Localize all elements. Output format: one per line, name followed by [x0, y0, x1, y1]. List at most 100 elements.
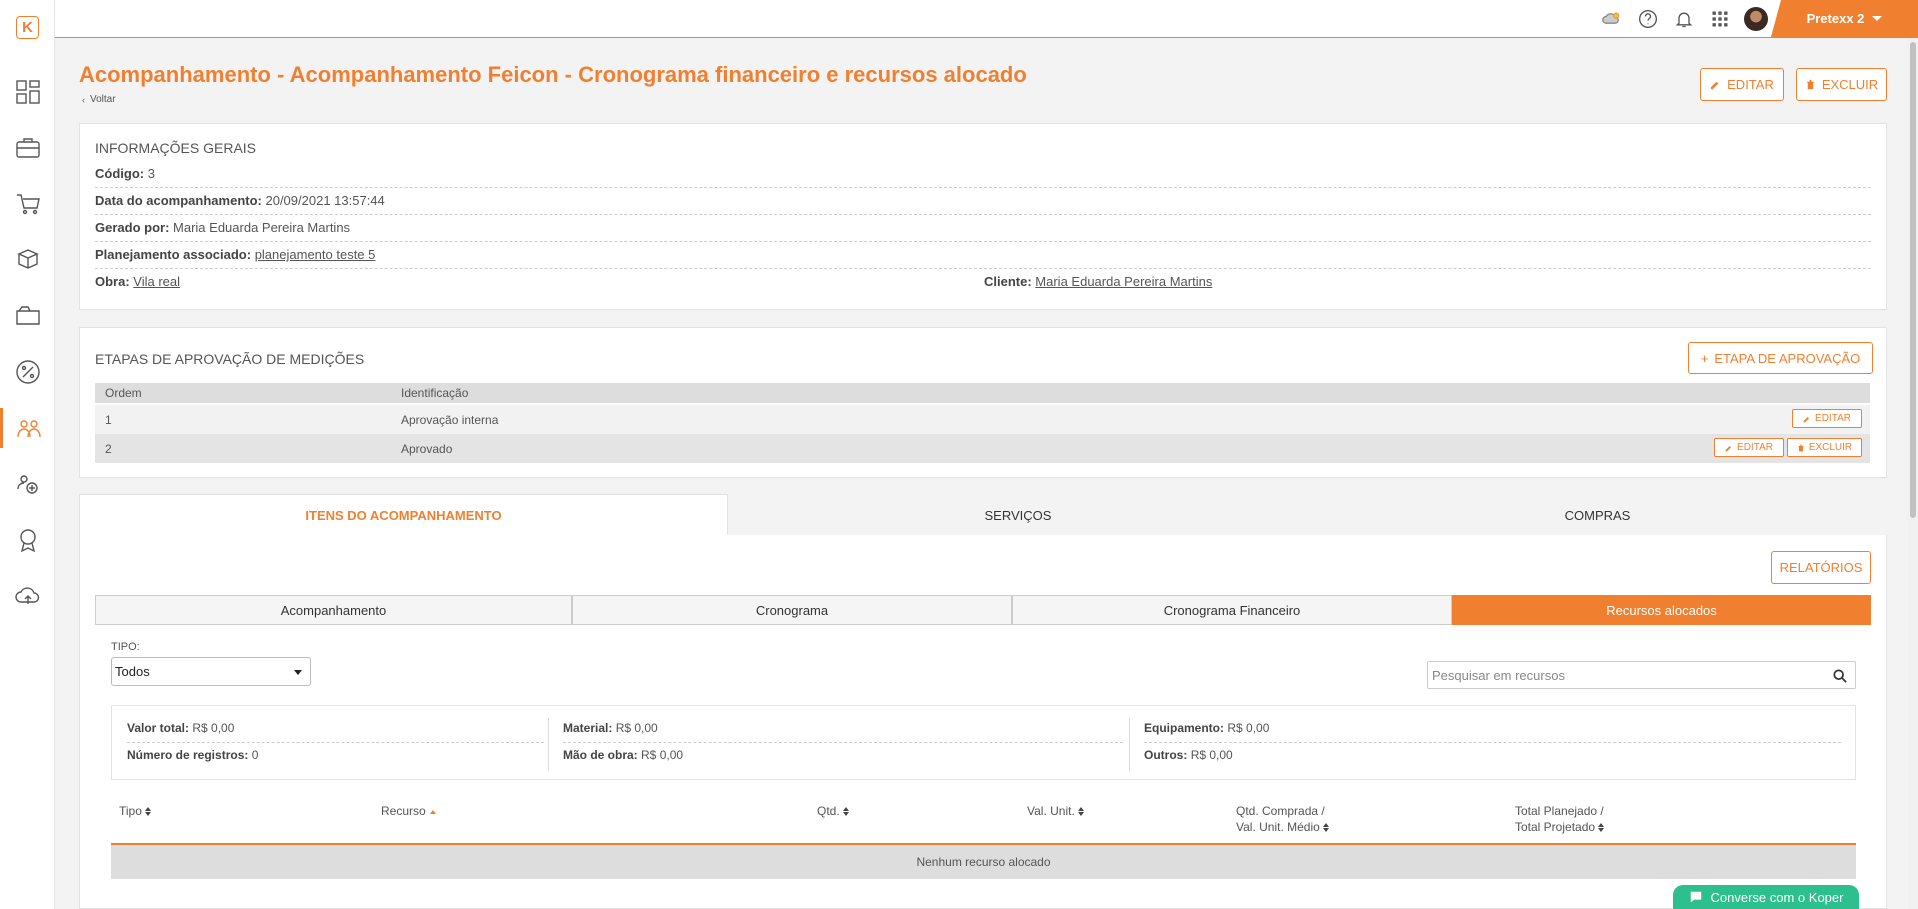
table-row: 1 Aprovação interna EDITAR — [95, 405, 1870, 434]
work-row: Obra: Vila real — [95, 274, 181, 289]
sort-icon — [145, 807, 151, 816]
user-menu[interactable]: Pretexx 2 — [1771, 0, 1918, 37]
equipment-value: Equipamento: R$ 0,00 — [1144, 721, 1270, 735]
type-select[interactable]: Todos — [111, 657, 311, 686]
subtab-tracking[interactable]: Acompanhamento — [95, 595, 572, 625]
column-qty[interactable]: Qtd. — [817, 803, 849, 819]
divider — [127, 742, 544, 743]
material-value: Material: R$ 0,00 — [563, 721, 658, 735]
help-icon[interactable] — [1636, 7, 1660, 31]
column-resource[interactable]: Recurso — [381, 803, 436, 819]
divider — [1129, 718, 1130, 771]
sort-icon — [1078, 807, 1084, 816]
divider — [1144, 742, 1841, 743]
weather-icon[interactable] — [1600, 7, 1624, 31]
general-info-title: INFORMAÇÕES GERAIS — [95, 140, 257, 156]
folder-icon[interactable] — [0, 296, 55, 336]
back-label: Voltar — [90, 94, 116, 105]
page-title: Acompanhamento - Acompanhamento Feicon -… — [79, 62, 1027, 87]
reports-label: RELATÓRIOS — [1779, 560, 1863, 575]
pencil-icon — [1711, 81, 1719, 90]
scroll-thumb[interactable] — [1910, 42, 1916, 518]
tab-items[interactable]: ITENS DO ACOMPANHAMENTO — [79, 494, 728, 536]
badge-icon[interactable] — [0, 520, 55, 560]
apps-grid-icon[interactable] — [1708, 7, 1732, 31]
percent-icon[interactable] — [0, 352, 55, 392]
avatar[interactable] — [1744, 7, 1768, 31]
settings-people-icon[interactable] — [0, 464, 55, 504]
search-icon[interactable] — [1833, 669, 1847, 683]
row-order: 1 — [105, 413, 112, 427]
row-name: Aprovação interna — [401, 413, 499, 427]
trash-icon — [1806, 79, 1814, 90]
row-edit-label: EDITAR — [1815, 413, 1851, 424]
tab-services[interactable]: SERVIÇOS — [728, 494, 1308, 536]
workers-icon[interactable] — [0, 408, 55, 448]
date-value: 20/09/2021 13:57:44 — [265, 193, 385, 208]
sort-icon — [1598, 823, 1604, 832]
resource-search-input[interactable]: Pesquisar em recursos — [1427, 661, 1856, 689]
topbar: Pretexx 2 — [55, 0, 1918, 38]
divider — [95, 187, 1871, 188]
delete-label: EXCLUIR — [1821, 77, 1879, 92]
add-approval-step-label: ETAPA DE APROVAÇÃO — [1714, 350, 1861, 366]
approval-table-header: Ordem Identificação — [95, 383, 1870, 403]
row-edit-label: EDITAR — [1737, 442, 1773, 453]
row-name: Aprovado — [401, 442, 453, 456]
client-row: Cliente: Maria Eduarda Pereira Martins — [984, 274, 1213, 289]
tab-purchases[interactable]: COMPRAS — [1308, 494, 1887, 536]
records-count: Número de registros: 0 — [127, 748, 259, 762]
chevron-down-icon — [1872, 16, 1883, 21]
sidebar: K — [0, 0, 55, 909]
row-edit-button[interactable]: EDITAR — [1792, 409, 1862, 428]
chat-button[interactable]: Converse com o Koper — [1673, 885, 1859, 909]
chat-label: Converse com o Koper — [1710, 889, 1844, 905]
resources-summary: Valor total: R$ 0,00 Número de registros… — [111, 705, 1856, 780]
work-link[interactable]: Vila real — [133, 274, 180, 289]
plan-link[interactable]: planejamento teste 5 — [255, 247, 376, 262]
reports-button[interactable]: RELATÓRIOS — [1771, 551, 1871, 584]
column-total[interactable]: Total Planejado / Total Projetado — [1515, 803, 1604, 835]
subtab-allocated-resources[interactable]: Recursos alocados — [1452, 595, 1871, 625]
page-scrollbar[interactable] — [1908, 38, 1918, 909]
edit-label: EDITAR — [1727, 77, 1774, 92]
chat-bubble-icon — [1690, 891, 1701, 903]
row-delete-label: EXCLUIR — [1808, 442, 1853, 453]
total-value: Valor total: R$ 0,00 — [127, 721, 235, 735]
pencil-icon — [1725, 445, 1732, 451]
chevron-left-icon: ‹ — [82, 94, 85, 105]
code-row: Código: 3 — [95, 166, 155, 181]
subtab-schedule[interactable]: Cronograma — [572, 595, 1012, 625]
row-delete-button[interactable]: EXCLUIR — [1787, 438, 1862, 457]
client-link[interactable]: Maria Eduarda Pereira Martins — [1035, 274, 1212, 289]
row-edit-button[interactable]: EDITAR — [1714, 438, 1784, 457]
column-type[interactable]: Tipo — [119, 803, 151, 819]
generated-row: Gerado por: Maria Eduarda Pereira Martin… — [95, 220, 351, 235]
subtab-financial-schedule[interactable]: Cronograma Financeiro — [1012, 595, 1452, 625]
trash-icon — [1798, 444, 1804, 451]
dashboard-icon[interactable] — [0, 72, 55, 112]
search-placeholder: Pesquisar em recursos — [1432, 668, 1565, 683]
cloud-upload-icon[interactable] — [0, 576, 55, 616]
app-logo[interactable]: K — [16, 16, 39, 39]
edit-button[interactable]: EDITAR — [1700, 68, 1784, 101]
delete-button[interactable]: EXCLUIR — [1796, 68, 1887, 101]
plan-row: Planejamento associado: planejamento tes… — [95, 247, 376, 262]
column-bought[interactable]: Qtd. Comprada / Val. Unit. Médio — [1236, 803, 1329, 835]
divider — [95, 214, 1871, 215]
type-filter-label: TIPO: — [111, 641, 140, 653]
sort-icon — [843, 807, 849, 816]
bell-icon[interactable] — [1672, 7, 1696, 31]
back-link[interactable]: ‹ Voltar — [82, 94, 116, 105]
column-identification: Identificação — [401, 386, 469, 400]
labor-value: Mão de obra: R$ 0,00 — [563, 748, 684, 762]
code-value: 3 — [147, 166, 155, 181]
user-name: Pretexx 2 — [1806, 11, 1865, 26]
sort-asc-icon — [429, 809, 436, 814]
column-unit-value[interactable]: Val. Unit. — [1027, 803, 1084, 819]
boxes-icon[interactable] — [0, 240, 55, 280]
add-approval-step-button[interactable]: + ETAPA DE APROVAÇÃO — [1688, 342, 1873, 374]
row-order: 2 — [105, 442, 112, 456]
cart-icon[interactable] — [0, 184, 55, 224]
briefcase-icon[interactable] — [0, 128, 55, 168]
